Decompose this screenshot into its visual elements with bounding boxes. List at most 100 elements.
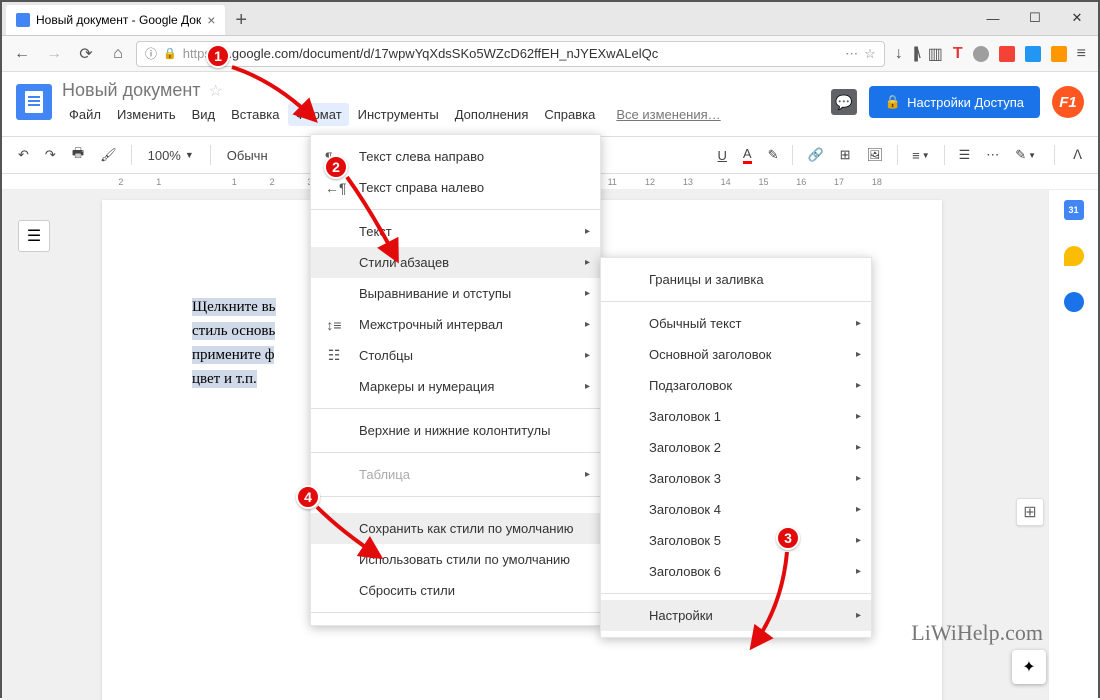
chevron-right-icon: ▸ (856, 504, 861, 515)
keep-icon[interactable] (1064, 246, 1084, 266)
docs-logo-icon[interactable] (16, 84, 52, 120)
ext-orange-icon[interactable] (1051, 46, 1067, 62)
bookmark-star-icon[interactable]: ☆ (864, 46, 876, 62)
menu-tools[interactable]: Инструменты (351, 103, 446, 126)
menu-insert[interactable]: Вставка (224, 103, 286, 126)
reader-mode-icon[interactable]: ⋯ (845, 46, 858, 62)
explore-button[interactable]: ✦ (1012, 650, 1046, 684)
menu-subtitle[interactable]: Подзаголовок▸ (601, 370, 871, 401)
home-button[interactable]: ⌂ (104, 40, 132, 68)
menu-bullets[interactable]: Маркеры и нумерация▸ (311, 371, 600, 402)
browser-menu-icon[interactable]: ≡ (1077, 45, 1086, 63)
menu-normal-text[interactable]: Обычный текст▸ (601, 308, 871, 339)
reload-button[interactable]: ⟳ (72, 40, 100, 68)
menu-reset-styles[interactable]: Сбросить стили (311, 575, 600, 606)
share-button[interactable]: 🔒 Настройки Доступа (869, 86, 1040, 118)
url-input[interactable]: ⓘ 🔒 https://s.google.com/document/d/17wp… (136, 41, 885, 67)
menu-file[interactable]: Файл (62, 103, 108, 126)
more-button[interactable]: ⋯ (980, 143, 1005, 167)
window-controls: — ☐ ✕ (972, 1, 1098, 35)
f1-badge-icon[interactable]: F1 (1052, 86, 1084, 118)
comment-button[interactable]: ⊞ (834, 143, 857, 167)
menu-table[interactable]: Таблица▸ (311, 459, 600, 490)
minimize-button[interactable]: — (972, 4, 1014, 32)
redo-button[interactable]: ↷ (39, 143, 62, 167)
back-button[interactable]: ← (8, 40, 36, 68)
menu-format[interactable]: Формат (288, 103, 348, 126)
chevron-right-icon: ▸ (585, 257, 590, 268)
browser-tab[interactable]: Новый документ - Google Док × (6, 5, 225, 35)
library-icon[interactable]: |||\ (913, 45, 918, 63)
menu-paragraph-styles[interactable]: Стили абзацев▸ (311, 247, 600, 278)
ext-cam-icon[interactable] (1025, 46, 1041, 62)
menu-line-spacing[interactable]: ↕≡Межстрочный интервал▸ (311, 309, 600, 340)
maximize-button[interactable]: ☐ (1014, 4, 1056, 32)
style-select[interactable]: Обычн (219, 144, 276, 167)
link-button[interactable]: 🔗 (801, 143, 829, 167)
menu-text-ltr[interactable]: ¶→Текст слева направо (311, 141, 600, 172)
outline-toggle-button[interactable]: ☰ (18, 220, 50, 252)
editing-mode-button[interactable]: ✎ ▼ (1009, 143, 1042, 167)
menu-borders-fill[interactable]: Границы и заливка (601, 264, 871, 295)
menu-text[interactable]: Текст▸ (311, 216, 600, 247)
close-window-button[interactable]: ✕ (1056, 4, 1098, 32)
align-button[interactable]: ≡ ▼ (906, 144, 936, 167)
chevron-right-icon: ▸ (856, 411, 861, 422)
document-title[interactable]: Новый документ (62, 80, 201, 101)
menu-edit[interactable]: Изменить (110, 103, 183, 126)
menu-view[interactable]: Вид (185, 103, 223, 126)
new-tab-button[interactable]: + (225, 5, 257, 35)
forward-button[interactable]: → (40, 40, 68, 68)
menu-headers-footers[interactable]: Верхние и нижние колонтитулы (311, 415, 600, 446)
star-icon[interactable]: ☆ (209, 81, 223, 101)
sidebar-icon[interactable]: ▥ (928, 44, 943, 64)
image-button[interactable]: 🖼 (861, 143, 890, 167)
watermark: LiWiHelp.com (911, 620, 1043, 646)
annotation-badge-3: 3 (776, 526, 800, 550)
line-spacing-button[interactable]: ☰ (953, 143, 977, 167)
chevron-right-icon: ▸ (585, 381, 590, 392)
chevron-right-icon: ▸ (856, 349, 861, 360)
changes-link[interactable]: Все изменения… (616, 107, 720, 122)
highlight-button[interactable]: ✎ (762, 143, 785, 167)
menu-settings[interactable]: Настройки▸ (601, 600, 871, 631)
tasks-icon[interactable] (1064, 292, 1084, 312)
paragraph-styles-dropdown: Границы и заливка Обычный текст▸ Основно… (600, 257, 872, 638)
calendar-icon[interactable] (1064, 200, 1084, 220)
menu-help[interactable]: Справка (537, 103, 602, 126)
menu-heading-3[interactable]: Заголовок 3▸ (601, 463, 871, 494)
text-color-button[interactable]: A (737, 142, 758, 168)
chevron-right-icon: ▸ (856, 566, 861, 577)
menu-heading-5[interactable]: Заголовок 5▸ (601, 525, 871, 556)
underline-button[interactable]: U (712, 144, 733, 167)
rtl-icon: ←¶ (325, 180, 343, 196)
print-button[interactable]: 🖶 (66, 140, 90, 170)
ext-red-icon[interactable] (999, 46, 1015, 62)
chevron-up-icon[interactable]: ᐱ (1067, 143, 1088, 167)
chevron-right-icon: ▸ (856, 473, 861, 484)
ext-t-icon[interactable]: T (953, 45, 963, 63)
tab-close-icon[interactable]: × (207, 12, 215, 28)
add-comment-button[interactable]: ⊞ (1016, 498, 1044, 526)
menu-heading-1[interactable]: Заголовок 1▸ (601, 401, 871, 432)
columns-icon: ☷ (325, 347, 343, 364)
chevron-right-icon: ▸ (585, 226, 590, 237)
zoom-select[interactable]: 100% ▼ (140, 144, 202, 167)
site-info-icon[interactable]: ⓘ (145, 45, 157, 62)
undo-button[interactable]: ↶ (12, 143, 35, 167)
paint-format-button[interactable]: 🖌 (94, 143, 123, 167)
menu-heading-4[interactable]: Заголовок 4▸ (601, 494, 871, 525)
menu-addons[interactable]: Дополнения (448, 103, 536, 126)
menu-use-default-styles[interactable]: Использовать стили по умолчанию (311, 544, 600, 575)
menu-main-title[interactable]: Основной заголовок▸ (601, 339, 871, 370)
download-icon[interactable]: ↓ (895, 45, 903, 63)
annotation-badge-1: 1 (206, 44, 230, 68)
comments-icon[interactable]: 💬 (831, 89, 857, 115)
menu-text-rtl[interactable]: ←¶Текст справа налево (311, 172, 600, 203)
menu-align-indent[interactable]: Выравнивание и отступы▸ (311, 278, 600, 309)
menu-heading-2[interactable]: Заголовок 2▸ (601, 432, 871, 463)
ext-abp-icon[interactable] (973, 46, 989, 62)
menu-heading-6[interactable]: Заголовок 6▸ (601, 556, 871, 587)
menu-save-default-styles[interactable]: Сохранить как стили по умолчанию (311, 513, 600, 544)
menu-columns[interactable]: ☷Столбцы▸ (311, 340, 600, 371)
